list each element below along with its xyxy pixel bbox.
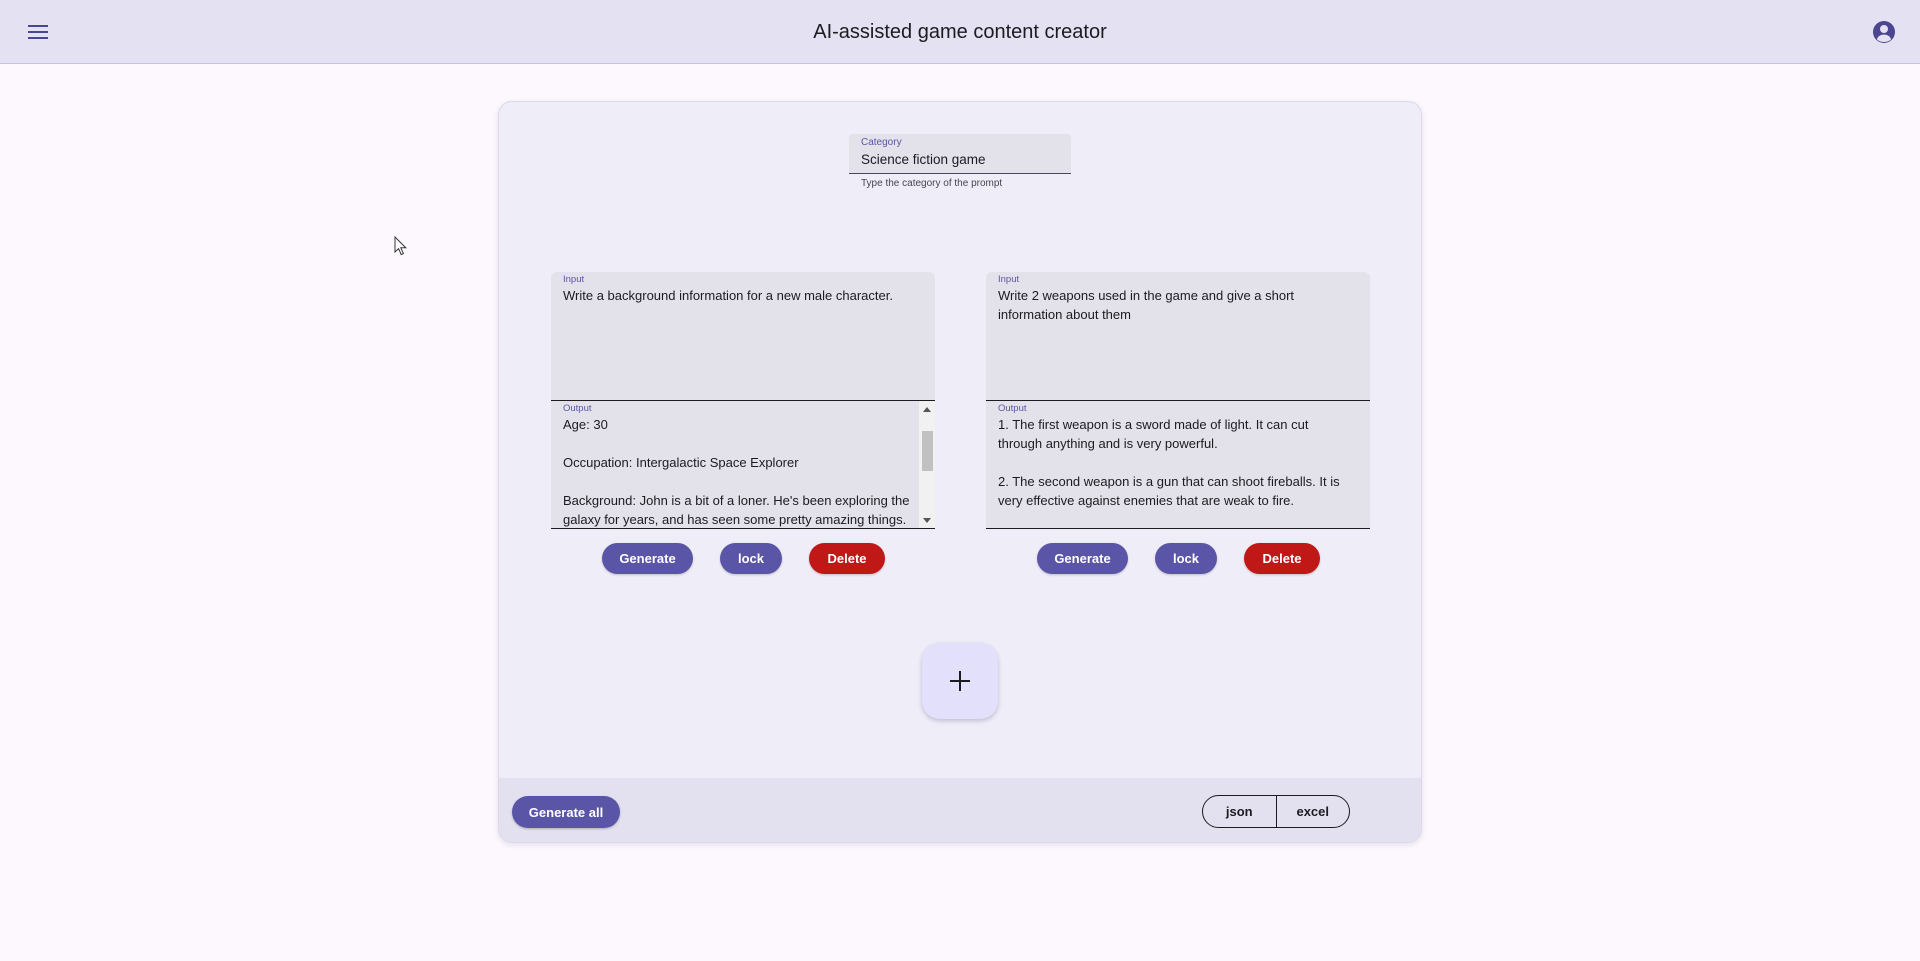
delete-button[interactable]: Delete bbox=[1244, 543, 1320, 574]
scroll-up-arrow-icon[interactable] bbox=[923, 407, 931, 412]
prompt-actions: Generate lock Delete bbox=[986, 529, 1370, 574]
mouse-cursor-icon bbox=[394, 236, 408, 256]
prompt-output-field[interactable]: Output Age: 30 Occupation: Intergalactic… bbox=[551, 401, 935, 529]
lock-button[interactable]: lock bbox=[720, 543, 782, 574]
category-hint: Type the category of the prompt bbox=[861, 178, 1003, 189]
menu-button[interactable] bbox=[20, 16, 56, 48]
prompt-output-text[interactable]: Age: 30 Occupation: Intergalactic Space … bbox=[563, 415, 919, 528]
prompt-input-text[interactable]: Write 2 weapons used in the game and giv… bbox=[998, 286, 1354, 324]
generate-button[interactable]: Generate bbox=[602, 543, 693, 574]
input-label: Input bbox=[563, 274, 585, 285]
prompt-input-text[interactable]: Write a background information for a new… bbox=[563, 286, 919, 305]
top-app-bar: AI-assisted game content creator bbox=[0, 0, 1920, 64]
output-scrollbar[interactable] bbox=[919, 401, 935, 528]
hamburger-menu-icon bbox=[28, 25, 48, 39]
category-label: Category bbox=[861, 137, 902, 148]
prompt-input-field[interactable]: Input Write a background information for… bbox=[551, 272, 935, 401]
prompt-output-text[interactable]: 1. The first weapon is a sword made of l… bbox=[998, 415, 1354, 510]
plus-icon bbox=[950, 671, 970, 691]
category-field[interactable]: Category bbox=[849, 134, 1071, 174]
lock-button[interactable]: lock bbox=[1155, 543, 1217, 574]
export-toggle-group: json excel bbox=[1202, 795, 1350, 828]
generate-button[interactable]: Generate bbox=[1037, 543, 1128, 574]
app-title: AI-assisted game content creator bbox=[813, 21, 1107, 43]
card-footer: Generate all json excel bbox=[499, 778, 1421, 842]
export-json-button[interactable]: json bbox=[1203, 796, 1276, 827]
category-input[interactable] bbox=[861, 152, 1061, 167]
prompt-actions: Generate lock Delete bbox=[551, 529, 935, 574]
prompt-card-1: Input Write a background information for… bbox=[551, 272, 935, 574]
account-button[interactable] bbox=[1868, 16, 1900, 48]
output-label: Output bbox=[998, 403, 1027, 414]
scroll-down-arrow-icon[interactable] bbox=[923, 518, 931, 523]
prompt-input-field[interactable]: Input Write 2 weapons used in the game a… bbox=[986, 272, 1370, 401]
generate-all-button[interactable]: Generate all bbox=[512, 796, 620, 828]
output-label: Output bbox=[563, 403, 592, 414]
content-card: Category Type the category of the prompt… bbox=[498, 101, 1422, 843]
prompt-card-2: Input Write 2 weapons used in the game a… bbox=[986, 272, 1370, 574]
scroll-thumb[interactable] bbox=[922, 431, 933, 471]
account-circle-icon bbox=[1873, 21, 1895, 43]
input-label: Input bbox=[998, 274, 1020, 285]
prompt-output-field[interactable]: Output 1. The first weapon is a sword ma… bbox=[986, 401, 1370, 529]
delete-button[interactable]: Delete bbox=[809, 543, 885, 574]
add-prompt-button[interactable] bbox=[922, 643, 998, 719]
export-excel-button[interactable]: excel bbox=[1275, 796, 1350, 827]
